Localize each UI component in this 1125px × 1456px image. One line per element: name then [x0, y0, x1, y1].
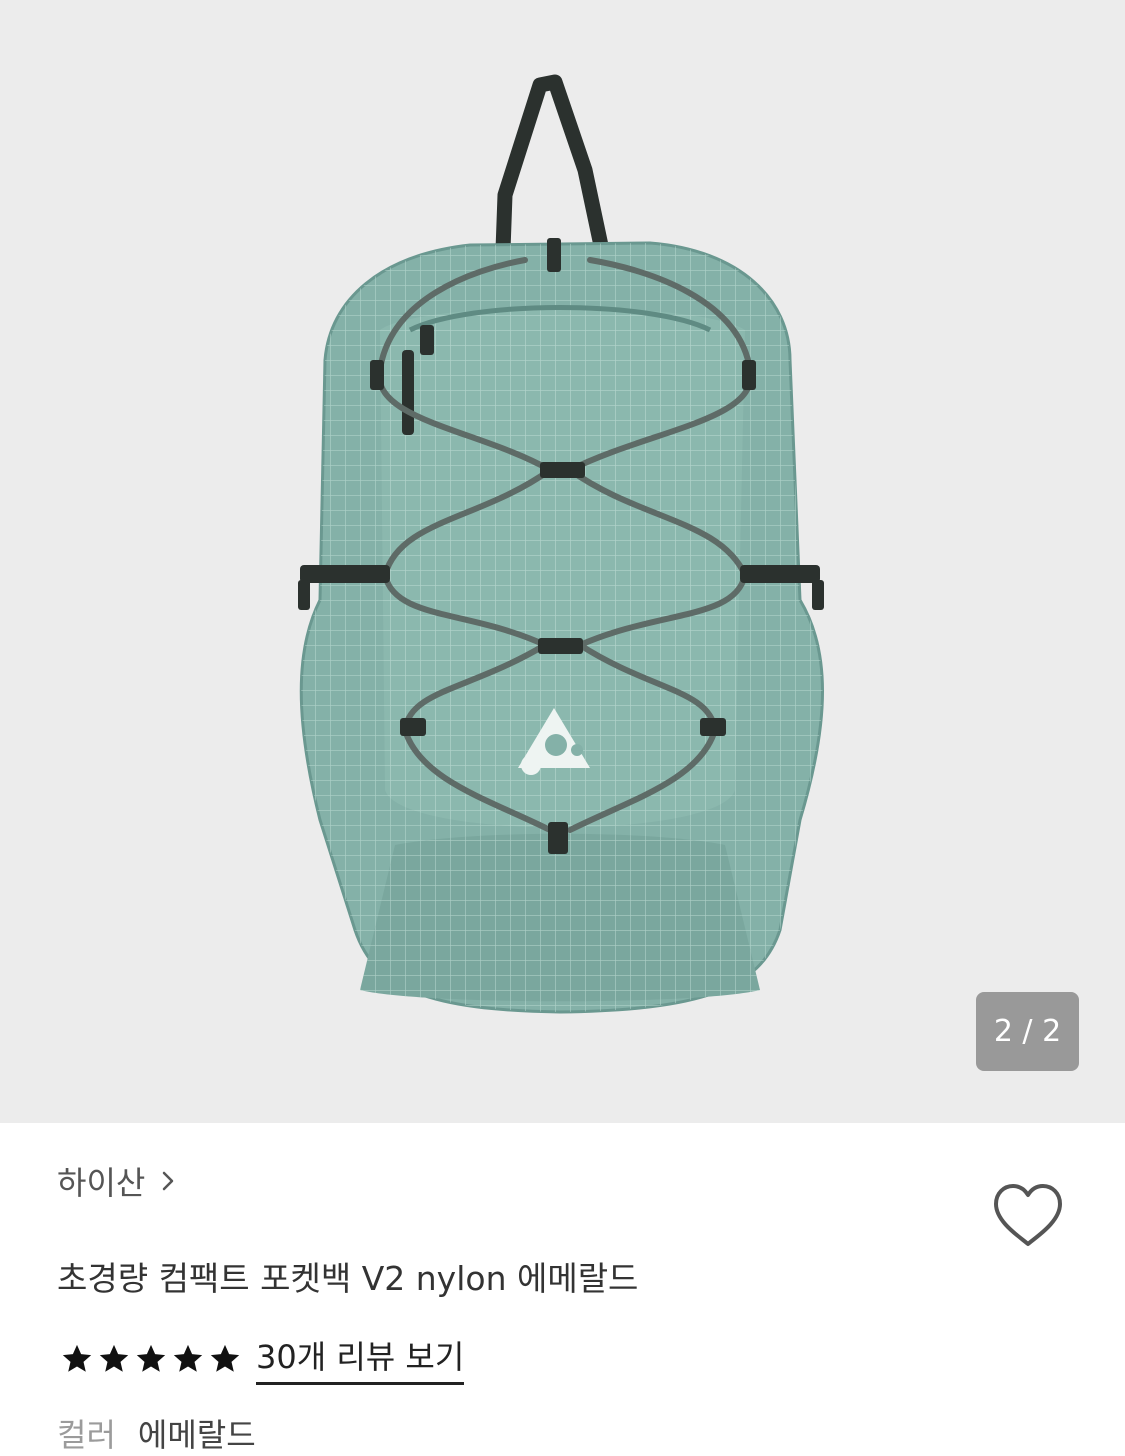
star-icon: [173, 1344, 203, 1372]
star-icon: [99, 1344, 129, 1372]
color-label: 컬러: [57, 1416, 116, 1454]
rating-row: 30개 리뷰 보기: [60, 1332, 465, 1385]
star-icon: [210, 1344, 240, 1372]
image-counter: 2 / 2: [976, 992, 1079, 1071]
product-title: 초경량 컴팩트 포켓백 V2 nylon 에메랄드: [57, 1259, 639, 1298]
chevron-right-icon: [163, 1171, 174, 1191]
review-link[interactable]: 30개 리뷰 보기: [256, 1332, 465, 1385]
heart-icon[interactable]: [990, 1180, 1066, 1250]
color-option: 컬러 에메랄드: [57, 1410, 256, 1456]
product-image: [298, 74, 824, 1014]
brand-link[interactable]: 하이산: [57, 1158, 175, 1204]
color-value: 에메랄드: [137, 1416, 256, 1454]
star-icon: [136, 1344, 166, 1372]
product-image-gallery[interactable]: 2 / 2: [0, 0, 1125, 1123]
rating-stars: [60, 1342, 242, 1376]
brand-name: 하이산: [57, 1164, 146, 1202]
star-icon: [62, 1344, 92, 1372]
